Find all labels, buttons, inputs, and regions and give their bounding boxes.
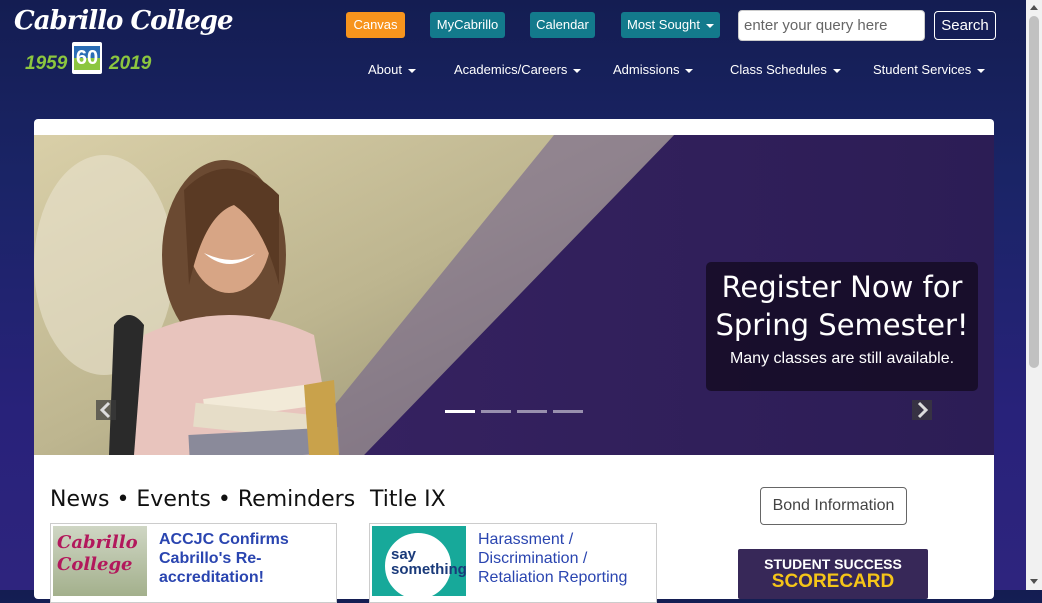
news-item[interactable]: Cabrillo College ACCJC Confirms Cabrillo… [50, 523, 337, 603]
chevron-down-icon [977, 68, 986, 73]
news-item-thumbnail: Cabrillo College [53, 526, 147, 596]
chevron-down-icon [407, 68, 416, 73]
hero-caption: Register Now for Spring Semester! Many c… [706, 262, 978, 391]
chevron-left-icon [99, 401, 111, 419]
nav-admissions[interactable]: Admissions [613, 62, 694, 77]
nav-about-label: About [368, 62, 402, 77]
logo-year-start: 1959 [25, 53, 68, 74]
site-header: Cabrillo College 1959 60 2019 Canvas MyC… [0, 0, 1026, 110]
nav-student-services[interactable]: Student Services [873, 62, 986, 77]
search-button[interactable]: Search [934, 11, 996, 40]
hero-caption-title: Register Now for Spring Semester! [715, 270, 969, 342]
carousel-indicator-1[interactable] [445, 410, 475, 413]
logo-wordmark: Cabrillo College [14, 6, 234, 36]
title-ix-thumb-text: say something! [391, 546, 466, 578]
calendar-button[interactable]: Calendar [530, 12, 595, 38]
hero-caption-subtitle: Many classes are still available. [729, 350, 955, 367]
carousel-next-button[interactable] [912, 400, 932, 420]
scroll-down-arrow-icon[interactable] [1030, 579, 1038, 584]
scroll-up-arrow-icon[interactable] [1030, 5, 1038, 10]
chevron-down-icon [573, 68, 582, 73]
nav-academics-label: Academics/Careers [454, 62, 568, 77]
chevron-down-icon [706, 23, 714, 28]
title-ix-section-title: Title IX [370, 487, 446, 512]
logo-year-end: 2019 [109, 53, 152, 74]
news-thumb-text: Cabrillo College [57, 532, 138, 575]
carousel-indicator-3[interactable] [517, 410, 547, 413]
news-section-title: News • Events • Reminders [50, 487, 356, 512]
nav-academics-careers[interactable]: Academics/Careers [454, 62, 582, 77]
page-scrollbar[interactable] [1026, 0, 1042, 590]
student-success-scorecard-banner[interactable]: STUDENT SUCCESS SCORECARD [738, 549, 928, 599]
carousel-indicator-2[interactable] [481, 410, 511, 413]
nav-class-schedules[interactable]: Class Schedules [730, 62, 841, 77]
scorecard-line-1: STUDENT SUCCESS [764, 556, 902, 572]
logo-60-badge: 60 [72, 42, 102, 74]
carousel-indicator-4[interactable] [553, 410, 583, 413]
news-item-link[interactable]: ACCJC Confirms Cabrillo's Re-accreditati… [159, 530, 329, 587]
chevron-down-icon [685, 68, 694, 73]
bond-information-button[interactable]: Bond Information [760, 487, 907, 525]
nav-class-schedules-label: Class Schedules [730, 62, 827, 77]
title-ix-link[interactable]: Harassment / Discrimination / Retaliatio… [478, 530, 653, 587]
title-ix-item[interactable]: say something! Harassment / Discriminati… [369, 523, 657, 603]
most-sought-label: Most Sought [627, 17, 700, 32]
logo-badge-text: 60 [75, 47, 99, 69]
nav-about[interactable]: About [368, 62, 416, 77]
say-something-thumbnail: say something! [372, 526, 466, 596]
carousel-prev-button[interactable] [96, 400, 116, 420]
mycabrillo-button[interactable]: MyCabrillo [430, 12, 505, 38]
search-input[interactable] [738, 10, 925, 41]
nav-student-services-label: Student Services [873, 62, 972, 77]
most-sought-dropdown[interactable]: Most Sought [621, 12, 720, 38]
scrollbar-thumb[interactable] [1029, 16, 1039, 368]
canvas-button[interactable]: Canvas [346, 12, 405, 38]
chevron-right-icon [917, 401, 929, 419]
cabrillo-college-logo[interactable]: Cabrillo College 1959 60 2019 [14, 6, 234, 78]
nav-admissions-label: Admissions [613, 62, 680, 77]
hero-carousel[interactable]: Register Now for Spring Semester! Many c… [34, 135, 994, 455]
chevron-down-icon [832, 68, 841, 73]
